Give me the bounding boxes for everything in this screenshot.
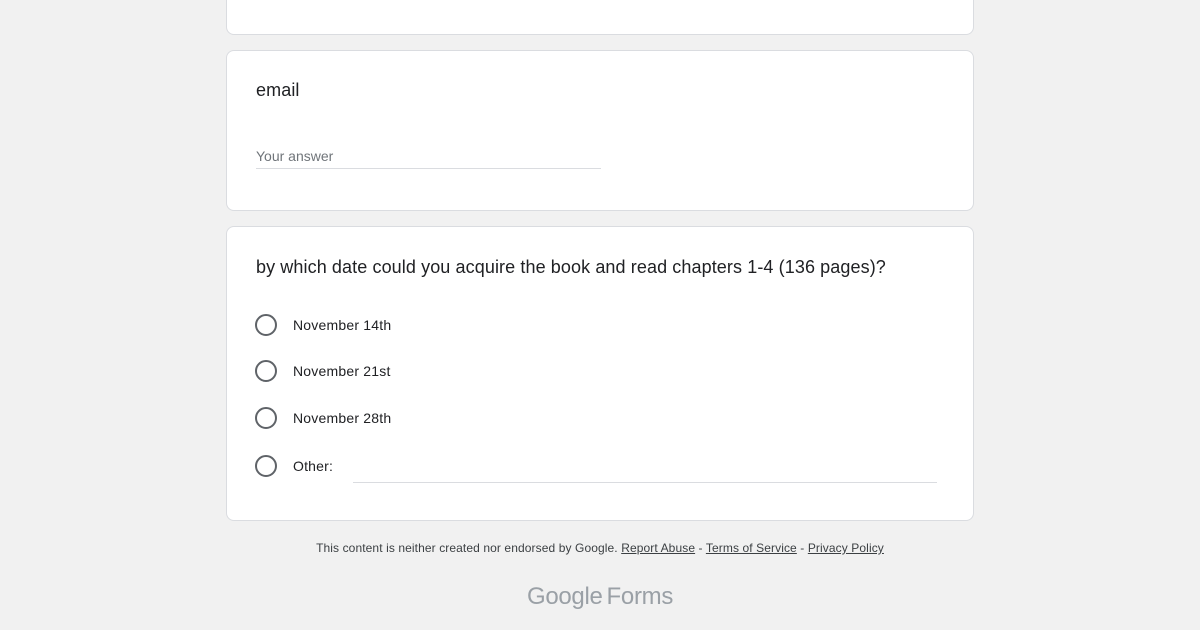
logo-forms-text: Forms bbox=[606, 583, 674, 610]
disclaimer-text: This content is neither created nor endo… bbox=[316, 541, 618, 555]
email-question-card: email bbox=[226, 50, 974, 211]
radio-button[interactable] bbox=[255, 407, 277, 429]
previous-question-card bbox=[226, 0, 974, 35]
email-question-title: email bbox=[256, 80, 300, 100]
option-november-28th[interactable]: November 28th bbox=[255, 405, 391, 431]
option-label: November 14th bbox=[293, 317, 392, 333]
separator: - bbox=[800, 541, 805, 555]
option-other[interactable]: Other: bbox=[255, 453, 333, 479]
logo-google-text: Google bbox=[526, 583, 603, 610]
option-november-14th[interactable]: November 14th bbox=[255, 312, 391, 338]
radio-button[interactable] bbox=[255, 360, 277, 382]
radio-button[interactable] bbox=[255, 455, 277, 477]
option-label: November 21st bbox=[293, 363, 391, 379]
date-question-title: by which date could you acquire the book… bbox=[256, 257, 886, 277]
terms-of-service-link[interactable]: Terms of Service bbox=[706, 541, 797, 555]
option-label: Other: bbox=[293, 458, 334, 474]
email-answer-input[interactable] bbox=[256, 144, 601, 169]
google-forms-logo[interactable]: Google Forms bbox=[0, 583, 1200, 611]
footer-disclaimer-line: This content is neither created nor endo… bbox=[0, 541, 1200, 555]
privacy-policy-link[interactable]: Privacy Policy bbox=[808, 541, 884, 555]
option-november-21st[interactable]: November 21st bbox=[255, 358, 391, 384]
form-page: email by which date could you acquire th… bbox=[0, 0, 1200, 630]
radio-button[interactable] bbox=[255, 314, 277, 336]
option-label: November 28th bbox=[293, 410, 392, 426]
other-answer-input[interactable] bbox=[353, 468, 937, 483]
separator: - bbox=[698, 541, 703, 555]
date-question-card: by which date could you acquire the book… bbox=[226, 226, 974, 521]
report-abuse-link[interactable]: Report Abuse bbox=[621, 541, 695, 555]
